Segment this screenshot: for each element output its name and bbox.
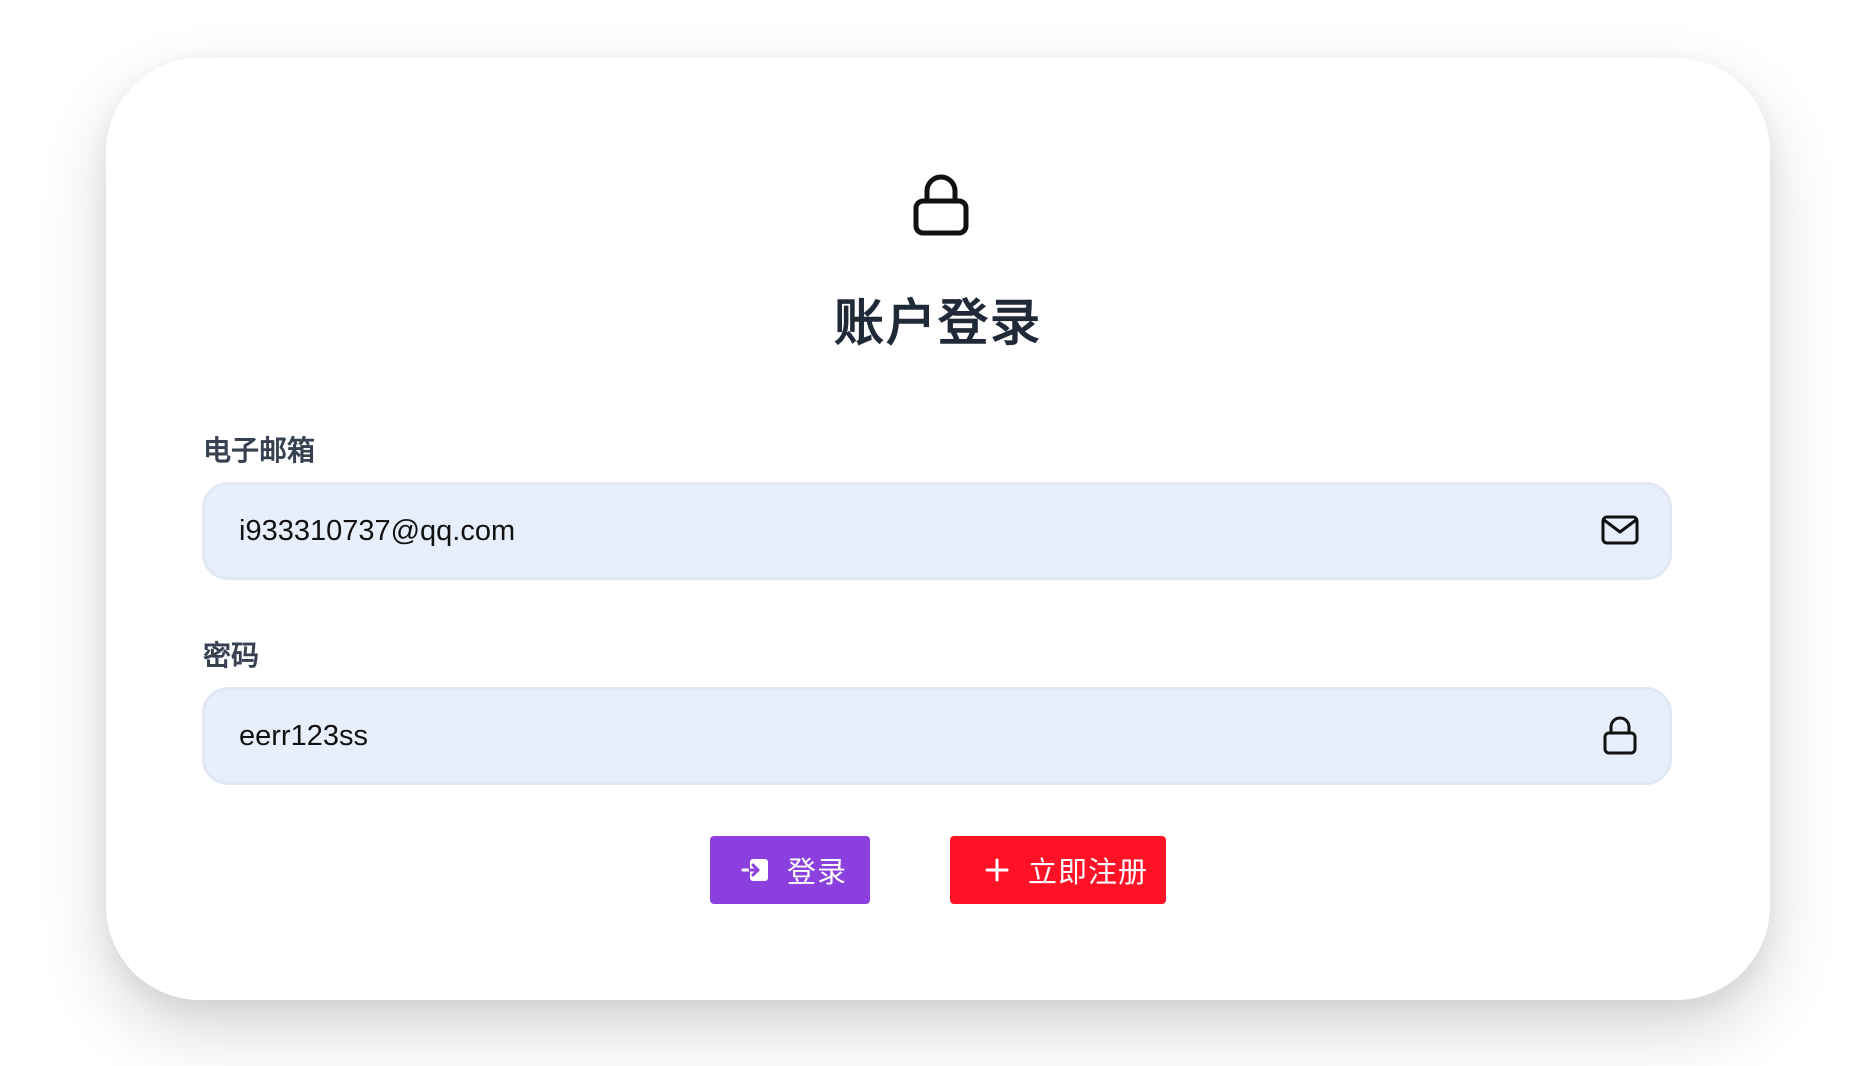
- login-card: 账户登录 电子邮箱 i933310737@qq.com 密码 eerr123ss: [106, 58, 1770, 1000]
- login-button[interactable]: 登录: [710, 836, 870, 904]
- mail-icon: [1601, 515, 1639, 545]
- page-title: 账户登录: [834, 295, 1042, 351]
- login-icon: [741, 859, 768, 881]
- lock-icon: [1603, 716, 1637, 755]
- login-button-label: 登录: [787, 857, 848, 889]
- email-value[interactable]: i933310737@qq.com: [239, 485, 515, 577]
- password-value[interactable]: eerr123ss: [239, 690, 368, 782]
- register-button[interactable]: 立即注册: [950, 836, 1166, 904]
- register-button-label: 立即注册: [1028, 857, 1149, 889]
- lock-icon: [913, 174, 969, 236]
- password-field[interactable]: eerr123ss: [202, 687, 1672, 785]
- password-label: 密码: [203, 640, 260, 671]
- email-field[interactable]: i933310737@qq.com: [202, 482, 1672, 580]
- plus-icon: [985, 858, 1009, 882]
- email-label: 电子邮箱: [203, 435, 316, 466]
- page-background: 账户登录 电子邮箱 i933310737@qq.com 密码 eerr123ss: [0, 0, 1860, 1066]
